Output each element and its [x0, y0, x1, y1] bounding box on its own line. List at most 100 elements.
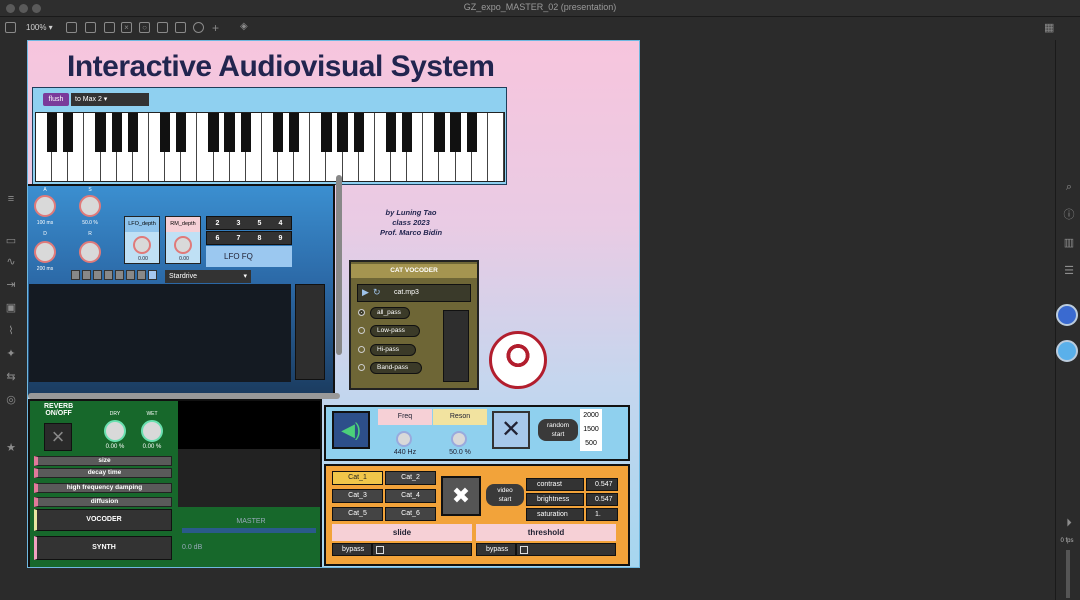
grid-number[interactable]: 9 [279, 235, 283, 242]
reverb-decay-slider[interactable]: decay time [34, 468, 172, 478]
piano-black-key[interactable] [46, 113, 58, 152]
sidebar-toggle-icon[interactable] [5, 22, 16, 33]
piano-black-key[interactable] [385, 113, 397, 152]
grid-number[interactable]: 7 [237, 235, 241, 242]
gate-icon[interactable] [157, 22, 168, 33]
synth-channel[interactable]: SYNTH [34, 536, 172, 560]
step-button[interactable] [137, 270, 146, 280]
paperclip-icon[interactable]: ⌇ [4, 326, 18, 337]
meter-icon[interactable] [175, 22, 186, 33]
search-icon[interactable]: ⌕ [1062, 182, 1076, 193]
piano-black-key[interactable] [272, 113, 284, 152]
presentation-icon[interactable] [66, 22, 77, 33]
grid-number[interactable]: 3 [237, 220, 241, 227]
rm-depth-knob[interactable] [174, 236, 192, 254]
radio-hi-pass[interactable] [358, 346, 365, 353]
plugin-icon[interactable]: ✦ [4, 349, 18, 360]
grid-number[interactable]: 8 [258, 235, 262, 242]
play-icon[interactable]: ⏵ [1062, 518, 1076, 529]
cat-5-button[interactable]: Cat_5 [332, 507, 383, 521]
piano-black-key[interactable] [450, 113, 461, 152]
preset-menu[interactable]: Stardrive ▾ [165, 270, 251, 283]
info-icon[interactable]: ⓘ [1062, 210, 1076, 221]
freq-knob[interactable] [396, 431, 412, 447]
cat-2-button[interactable]: Cat_2 [385, 471, 436, 485]
star-icon[interactable]: ★ [4, 443, 18, 454]
brightness-value[interactable]: 0.547 [586, 493, 618, 506]
piano-black-key[interactable] [321, 113, 332, 152]
step-button[interactable] [93, 270, 102, 280]
vertical-scrollbar[interactable] [336, 175, 342, 355]
piano-black-key[interactable] [353, 113, 364, 152]
radio-low-pass[interactable] [358, 327, 365, 334]
paint-bucket-icon[interactable]: ◈ [240, 21, 248, 32]
step-button[interactable] [115, 270, 124, 280]
step-button[interactable] [71, 270, 80, 280]
contrast-value[interactable]: 0.547 [586, 478, 618, 491]
piano-black-key[interactable] [208, 113, 219, 152]
cat-6-button[interactable]: Cat_6 [385, 507, 436, 521]
radio-band-pass[interactable] [358, 364, 365, 371]
lfo-fq-slider[interactable]: LFO FQ [206, 246, 292, 267]
piano-keyboard[interactable] [35, 112, 505, 182]
threshold-bypass-toggle[interactable] [516, 543, 616, 556]
add-object-icon[interactable]: + [212, 21, 219, 35]
step-button[interactable] [148, 270, 157, 280]
piano-black-key[interactable] [127, 113, 138, 152]
dial-icon[interactable] [193, 22, 204, 33]
filter-band-pass[interactable]: Band-pass [370, 362, 422, 374]
reson-knob[interactable] [451, 431, 467, 447]
loop-icon[interactable]: ↻ [373, 287, 381, 298]
decay-knob[interactable] [34, 241, 56, 263]
reverb-diffusion-slider[interactable]: diffusion [34, 497, 172, 507]
dry-knob[interactable] [104, 420, 126, 442]
sustain-knob[interactable] [79, 195, 101, 217]
step-button[interactable] [126, 270, 135, 280]
video-toggle-button[interactable]: ✖ [441, 476, 481, 516]
wet-knob[interactable] [141, 420, 163, 442]
columns-icon[interactable]: ▥ [1062, 238, 1076, 249]
output-port-menu[interactable]: to Max 2 ▾ [71, 93, 149, 106]
piano-black-key[interactable] [95, 113, 106, 152]
zoom-menu[interactable]: 100% ▾ [26, 23, 53, 32]
play-icon[interactable]: ▶ [362, 287, 369, 298]
attack-knob[interactable] [34, 195, 56, 217]
grid-number[interactable]: 2 [216, 220, 220, 227]
piano-black-key[interactable] [289, 113, 300, 152]
assistant-icon[interactable] [1056, 304, 1078, 326]
threshold-slider[interactable]: threshold [476, 524, 616, 541]
master-fader[interactable] [182, 528, 316, 533]
step-button[interactable] [82, 270, 91, 280]
reverb-damping-slider[interactable]: high frequency damping [34, 483, 172, 493]
grid-number[interactable]: 4 [279, 220, 283, 227]
lfo-number-grid-row2[interactable]: 6 7 8 9 [206, 231, 292, 245]
video-start-button[interactable]: video start [486, 484, 524, 506]
inspector-icon[interactable]: ▭ [4, 236, 18, 247]
slide-slider[interactable]: slide [332, 524, 472, 541]
piano-black-key[interactable] [402, 113, 413, 152]
piano-black-key[interactable] [434, 113, 445, 152]
release-knob[interactable] [79, 241, 101, 263]
piano-black-key[interactable] [176, 113, 187, 152]
reverb-size-slider[interactable]: size [34, 456, 172, 466]
reverb-toggle-button[interactable]: × [44, 423, 72, 451]
lfo-depth-knob[interactable] [133, 236, 151, 254]
cloud-icon[interactable] [1056, 340, 1078, 362]
lfo-number-grid-row1[interactable]: 2 3 5 4 [206, 216, 292, 230]
step-button[interactable] [104, 270, 113, 280]
piano-white-key[interactable] [488, 113, 504, 181]
slide-bypass-toggle[interactable] [372, 543, 472, 556]
filter-hi-pass[interactable]: Hi-pass [370, 344, 416, 356]
cat-4-button[interactable]: Cat_4 [385, 489, 436, 503]
grid-icon[interactable]: ▦ [1044, 21, 1054, 34]
piano-black-key[interactable] [111, 113, 122, 152]
vocoder-channel[interactable]: VOCODER [34, 509, 172, 531]
number-icon[interactable] [104, 22, 115, 33]
radio-all-pass[interactable] [358, 309, 365, 316]
filter-low-pass[interactable]: Low-pass [370, 325, 420, 337]
loop-icon[interactable]: ⇆ [4, 372, 18, 383]
saturation-value[interactable]: 1. [586, 508, 618, 521]
image-icon[interactable]: ▣ [4, 303, 18, 314]
grid-number[interactable]: 5 [258, 220, 262, 227]
piano-black-key[interactable] [466, 113, 477, 152]
